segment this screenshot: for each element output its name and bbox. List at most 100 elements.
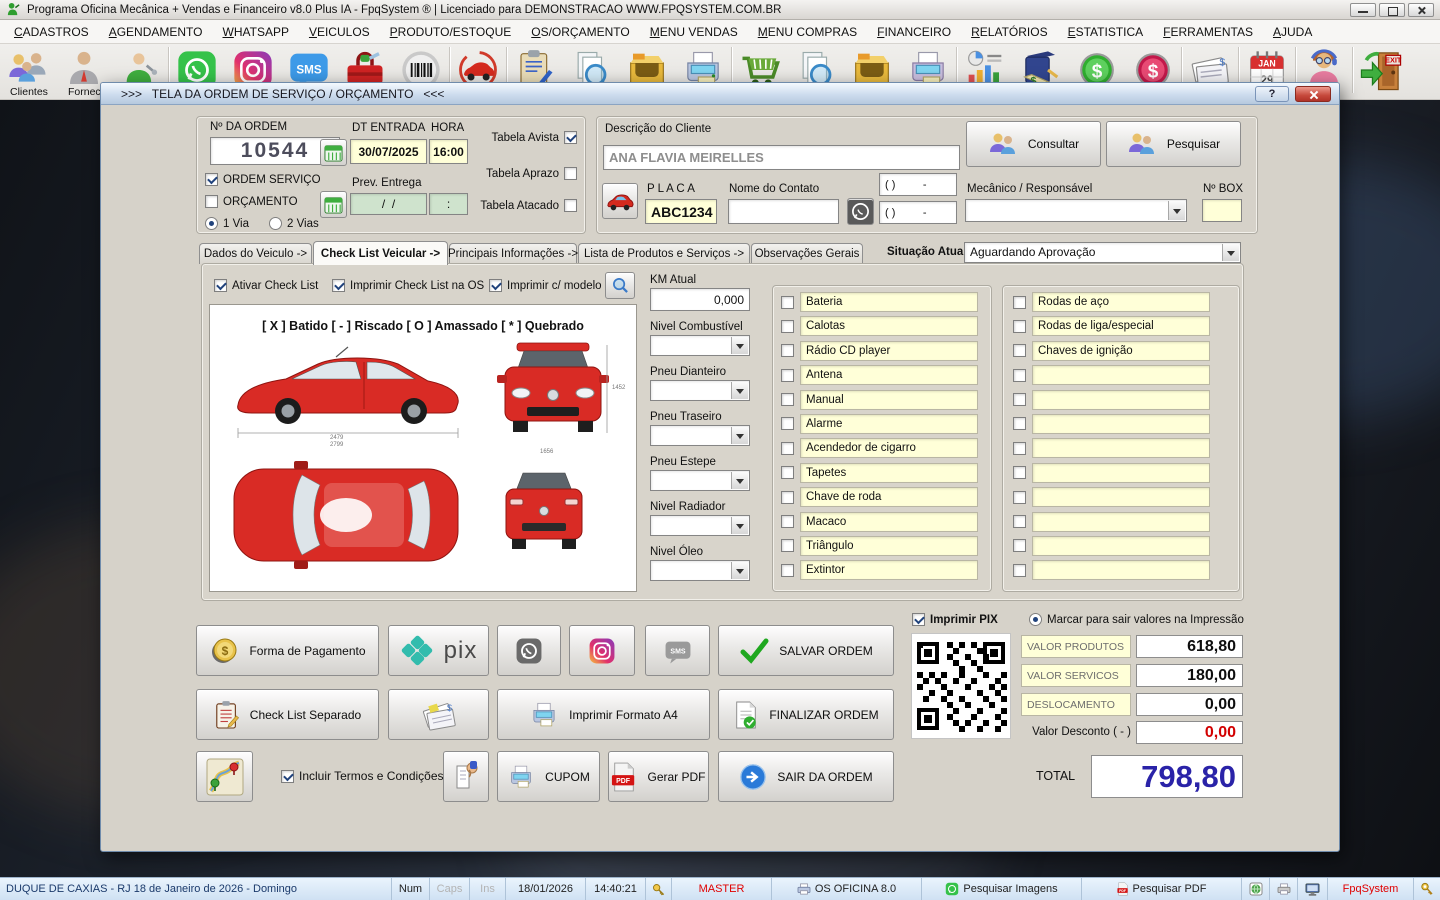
status-monitor-button[interactable] <box>1298 878 1328 900</box>
checklist-item-field[interactable]: Rádio CD player <box>800 341 978 361</box>
checklist-item-checkbox[interactable] <box>1013 393 1026 406</box>
send-sms-button[interactable]: SMS <box>645 625 710 676</box>
state-field-dropdown[interactable] <box>650 380 750 401</box>
menu-item[interactable]: MENU COMPRAS <box>748 22 867 42</box>
checklist-item-field[interactable]: Rodas de liga/especial <box>1032 316 1210 336</box>
checklist-item-field[interactable]: Manual <box>800 390 978 410</box>
exit-button[interactable]: EXIT <box>1353 44 1409 92</box>
checklist-item-checkbox[interactable] <box>1013 564 1026 577</box>
restore-button[interactable] <box>1379 3 1405 17</box>
status-printer-button[interactable] <box>1270 878 1298 900</box>
checklist-item-field[interactable]: Chaves de ignição <box>1032 341 1210 361</box>
checklist-item-checkbox[interactable] <box>781 393 794 406</box>
checklist-item-field[interactable]: Chave de roda <box>800 487 978 507</box>
checklist-item-field[interactable]: Triângulo <box>800 536 978 556</box>
checklist-item-field[interactable] <box>1032 463 1210 483</box>
menu-item[interactable]: AJUDA <box>1263 22 1322 42</box>
orcamento-checkbox[interactable] <box>205 195 218 208</box>
checklist-item-checkbox[interactable] <box>1013 296 1026 309</box>
tab-checklist[interactable]: Check List Veicular -> <box>313 241 448 265</box>
checklist-item-field[interactable]: Acendedor de cigarro <box>800 438 978 458</box>
tab-principais-informacoes[interactable]: Principais Informações -> <box>449 243 577 264</box>
checklist-item-checkbox[interactable] <box>781 564 794 577</box>
hand-receipt-button[interactable] <box>443 751 489 802</box>
menu-item[interactable]: FINANCEIRO <box>867 22 961 42</box>
phone2-field[interactable]: ( ) - <box>879 201 957 224</box>
save-order-button[interactable]: SALVAR ORDEM <box>718 625 894 676</box>
consult-button[interactable]: Consultar <box>966 121 1101 167</box>
checklist-item-field[interactable]: Bateria <box>800 292 978 312</box>
tab-produtos-servicos[interactable]: Lista de Produtos e Serviços -> <box>578 243 750 264</box>
checklist-item-checkbox[interactable] <box>781 466 794 479</box>
menu-item[interactable]: RELATÓRIOS <box>961 22 1057 42</box>
checklist-item-checkbox[interactable] <box>1013 515 1026 528</box>
checklist-item-field[interactable] <box>1032 487 1210 507</box>
menu-item[interactable]: MENU VENDAS <box>640 22 748 42</box>
menu-item[interactable]: WHATSAPP <box>213 22 299 42</box>
menu-item[interactable]: FERRAMENTAS <box>1153 22 1263 42</box>
checklist-item-field[interactable]: Alarme <box>800 414 978 434</box>
marcar-valores-radio[interactable] <box>1029 613 1042 626</box>
situacao-dropdown[interactable]: Aguardando Aprovação <box>964 242 1241 263</box>
clients-button[interactable] <box>0 44 56 92</box>
checklist-item-field[interactable]: Macaco <box>800 512 978 532</box>
delivery-date-calendar-button[interactable] <box>320 191 347 218</box>
entry-date-field[interactable]: 30/07/2025 <box>350 139 427 164</box>
menu-item[interactable]: VEICULOS <box>299 22 380 42</box>
client-description-field[interactable]: ANA FLAVIA MEIRELLES <box>603 145 960 170</box>
via2-radio[interactable] <box>269 217 282 230</box>
payment-method-button[interactable]: $ Forma de Pagamento <box>196 625 379 676</box>
checklist-item-field[interactable] <box>1032 512 1210 532</box>
checklist-item-checkbox[interactable] <box>781 539 794 552</box>
send-whatsapp-button[interactable] <box>497 625 561 676</box>
via1-radio[interactable] <box>205 217 218 230</box>
checklist-item-checkbox[interactable] <box>781 296 794 309</box>
status-search-pdf[interactable]: PDF Pesquisar PDF <box>1082 878 1242 900</box>
checklist-item-checkbox[interactable] <box>1013 320 1026 333</box>
cupom-button[interactable]: CUPOM <box>497 751 600 802</box>
checklist-item-field[interactable] <box>1032 536 1210 556</box>
checklist-item-field[interactable] <box>1032 438 1210 458</box>
menu-item[interactable]: OS/ORÇAMENTO <box>521 22 639 42</box>
print-a4-button[interactable]: Imprimir Formato A4 <box>497 689 710 740</box>
checklist-item-checkbox[interactable] <box>781 369 794 382</box>
dialog-close-button[interactable] <box>1295 86 1331 102</box>
phone1-field[interactable]: ( ) - <box>879 173 957 196</box>
checklist-item-checkbox[interactable] <box>1013 417 1026 430</box>
state-field-dropdown[interactable] <box>650 425 750 446</box>
checklist-item-checkbox[interactable] <box>1013 539 1026 552</box>
menu-item[interactable]: AGENDAMENTO <box>99 22 213 42</box>
checklist-item-field[interactable]: Rodas de aço <box>1032 292 1210 312</box>
generate-pdf-button[interactable]: PDF Gerar PDF <box>608 751 709 802</box>
terms-checkbox[interactable] <box>281 770 294 783</box>
state-field-dropdown[interactable] <box>650 335 750 356</box>
ordem-servico-checkbox[interactable] <box>205 173 218 186</box>
tabela-aprazo-checkbox[interactable] <box>564 167 577 180</box>
menu-item[interactable]: PRODUTO/ESTOQUE <box>380 22 522 42</box>
search-client-button[interactable]: Pesquisar <box>1106 121 1241 167</box>
checklist-item-checkbox[interactable] <box>1013 369 1026 382</box>
state-field-dropdown[interactable] <box>650 560 750 581</box>
total-row-value[interactable]: 180,00 <box>1136 664 1243 687</box>
dialog-titlebar[interactable]: >>> TELA DA ORDEM DE SERVIÇO / ORÇAMENTO… <box>101 83 1339 105</box>
total-row-value[interactable]: 0,00 <box>1136 693 1243 716</box>
delivery-date-field[interactable]: / / <box>350 193 427 215</box>
pix-button[interactable]: pix <box>388 625 489 676</box>
status-search-images[interactable]: Pesquisar Imagens <box>922 878 1082 900</box>
checklist-item-checkbox[interactable] <box>781 491 794 504</box>
imprimir-modelo-checkbox[interactable] <box>489 279 502 292</box>
vehicle-button[interactable] <box>602 183 638 219</box>
tabela-atacado-checkbox[interactable] <box>564 199 577 212</box>
checklist-item-field[interactable]: Calotas <box>800 316 978 336</box>
send-instagram-button[interactable] <box>569 625 635 676</box>
checklist-item-field[interactable] <box>1032 390 1210 410</box>
contact-field[interactable] <box>728 199 839 224</box>
box-field[interactable] <box>1202 199 1242 222</box>
map-button[interactable] <box>196 751 253 802</box>
checklist-item-checkbox[interactable] <box>1013 466 1026 479</box>
checklist-item-checkbox[interactable] <box>781 320 794 333</box>
desconto-value[interactable]: 0,00 <box>1136 721 1243 744</box>
checklist-item-field[interactable]: Antena <box>800 365 978 385</box>
state-field-dropdown[interactable] <box>650 515 750 536</box>
state-field-dropdown[interactable] <box>650 470 750 491</box>
